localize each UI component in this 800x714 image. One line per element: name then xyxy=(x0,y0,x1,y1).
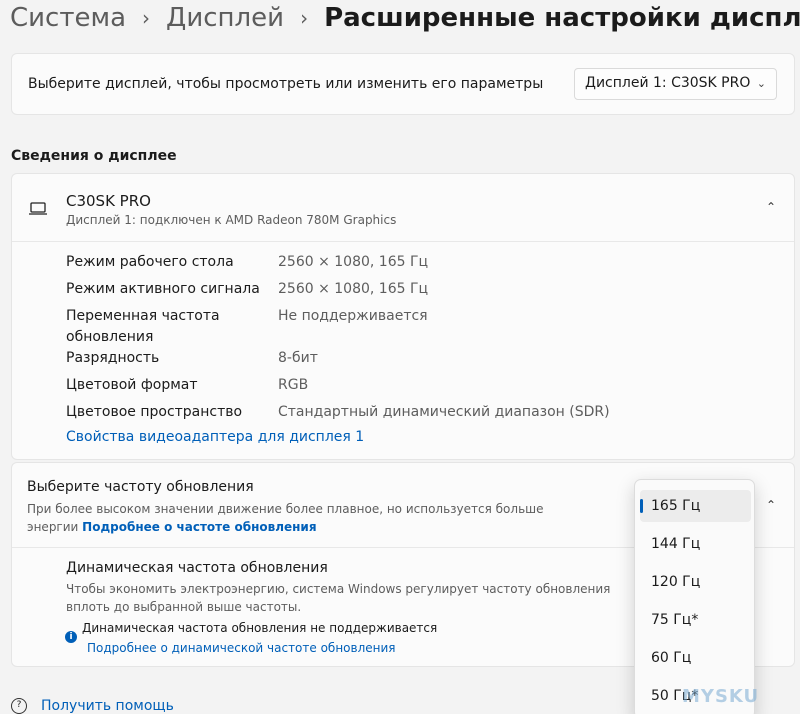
refresh-rate-more-link[interactable]: Подробнее о частоте обновления xyxy=(82,520,316,534)
prop-label: Переменная частота обновления xyxy=(66,308,220,345)
section-title: Сведения о дисплее xyxy=(11,148,177,164)
chevron-right-icon: › xyxy=(300,6,309,30)
dynamic-refresh-title: Динамическая частота обновления xyxy=(66,560,328,576)
refresh-rate-option[interactable]: 75 Гц* xyxy=(640,604,751,636)
display-select-label: Выберите дисплей, чтобы просмотреть или … xyxy=(28,76,544,92)
display-dropdown[interactable]: Дисплей 1: C30SK PRO ⌄ xyxy=(574,68,777,100)
breadcrumb: Система › Дисплей › Расширенные настройк… xyxy=(10,0,800,36)
refresh-rate-option[interactable]: 60 Гц xyxy=(640,642,751,674)
monitor-name: C30SK PRO xyxy=(66,192,151,210)
refresh-rate-desc: При более высоком значении движение боле… xyxy=(27,500,587,536)
refresh-rate-option[interactable]: 165 Гц xyxy=(640,490,751,522)
chevron-down-icon: ⌄ xyxy=(756,77,766,90)
adapter-properties-link[interactable]: Свойства видеоадаптера для дисплея 1 xyxy=(66,429,364,445)
refresh-rate-option[interactable]: 144 Гц xyxy=(640,528,751,560)
dynamic-refresh-unsupported: Динамическая частота обновления не подде… xyxy=(82,621,438,635)
prop-value: 2560 × 1080, 165 Гц xyxy=(278,254,429,270)
dynamic-refresh-more-link[interactable]: Подробнее о динамической частоте обновле… xyxy=(87,641,396,655)
display-info-card: C30SK PRO Дисплей 1: подключен к AMD Rad… xyxy=(11,173,795,460)
info-icon: i xyxy=(65,631,77,643)
prop-value: 8-бит xyxy=(278,350,318,366)
prop-label: Цветовой формат xyxy=(66,377,198,393)
refresh-rate-menu: 165 Гц 144 Гц 120 Гц 75 Гц* 60 Гц 50 Гц* xyxy=(634,479,755,714)
laptop-icon xyxy=(29,202,47,215)
prop-label: Цветовое пространство xyxy=(66,404,243,420)
prop-value: Не поддерживается xyxy=(278,308,428,324)
help-icon: ? xyxy=(11,698,27,714)
watermark: MYSKU xyxy=(682,686,760,707)
prop-value: 2560 × 1080, 165 Гц xyxy=(278,281,429,297)
prop-label: Режим активного сигнала xyxy=(66,281,260,297)
chevron-right-icon: › xyxy=(142,6,151,30)
display-select-card: Выберите дисплей, чтобы просмотреть или … xyxy=(11,53,795,115)
page-title: Расширенные настройки дисплея xyxy=(324,3,800,33)
prop-label: Разрядность xyxy=(66,350,160,366)
help-label: Получить помощь xyxy=(41,698,174,714)
prop-value: RGB xyxy=(278,377,309,393)
refresh-rate-title: Выберите частоту обновления xyxy=(27,479,254,495)
display-dropdown-value: Дисплей 1: C30SK PRO xyxy=(585,75,751,91)
chevron-up-icon[interactable]: ⌃ xyxy=(766,200,776,214)
breadcrumb-item-system[interactable]: Система xyxy=(10,3,126,33)
monitor-connection: Дисплей 1: подключен к AMD Radeon 780M G… xyxy=(66,213,397,227)
prop-value: Стандартный динамический диапазон (SDR) xyxy=(278,404,610,420)
help-link[interactable]: ? Получить помощь xyxy=(11,698,174,714)
breadcrumb-item-display[interactable]: Дисплей xyxy=(166,3,284,33)
refresh-rate-option[interactable]: 120 Гц xyxy=(640,566,751,598)
display-info-header[interactable]: C30SK PRO Дисплей 1: подключен к AMD Rad… xyxy=(12,174,794,242)
chevron-up-icon[interactable]: ⌃ xyxy=(766,498,776,512)
prop-label: Режим рабочего стола xyxy=(66,254,234,270)
dynamic-refresh-desc: Чтобы экономить электроэнергию, система … xyxy=(66,582,611,614)
